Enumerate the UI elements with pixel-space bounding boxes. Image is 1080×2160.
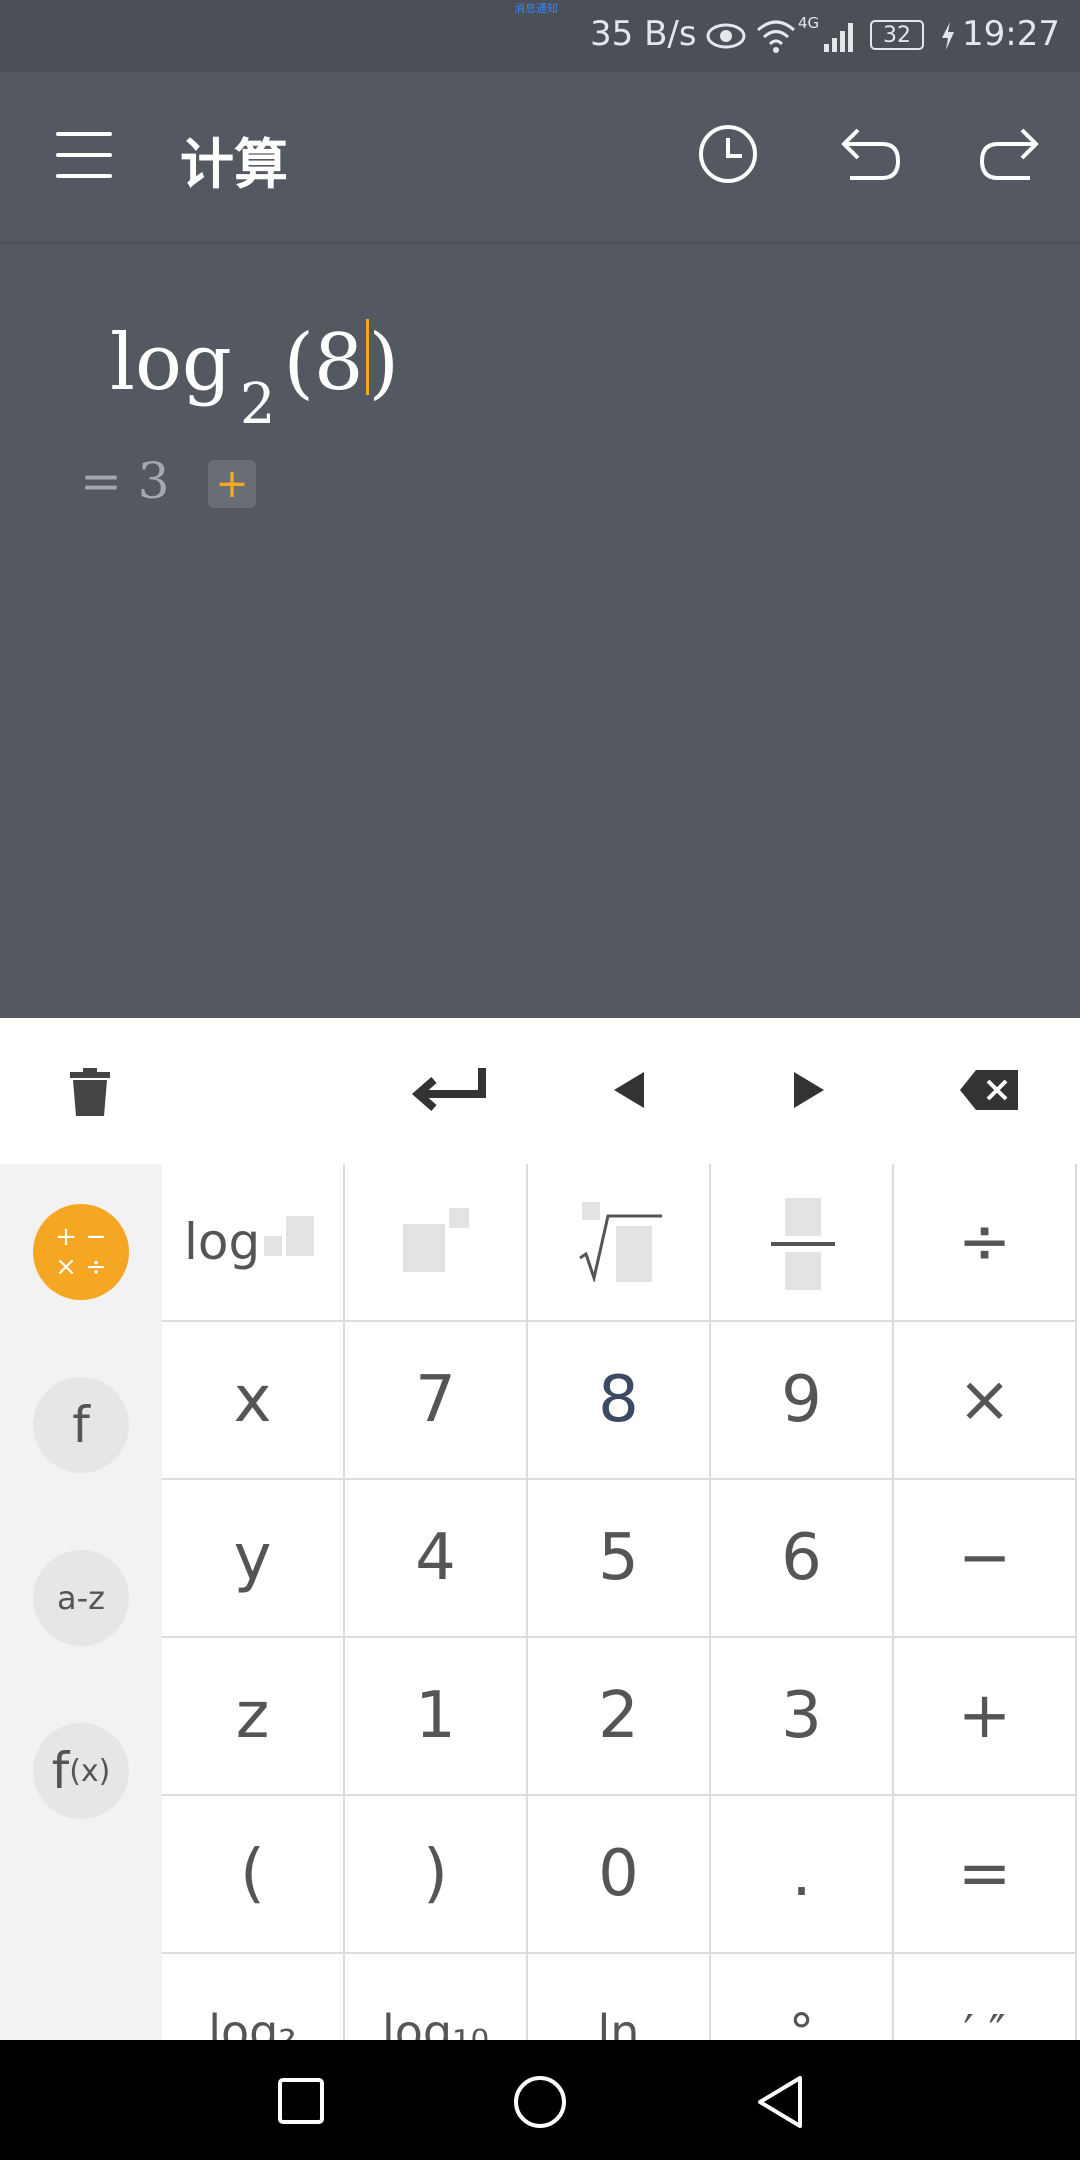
log10-key[interactable]: log₁₀ <box>345 1954 528 2040</box>
category-letters-button[interactable]: a-z <box>33 1550 129 1646</box>
digit-7-key[interactable]: 7 <box>345 1322 528 1480</box>
enter-icon[interactable] <box>410 1066 490 1120</box>
signal-icon <box>822 18 858 58</box>
degree-key[interactable]: ° <box>711 1954 894 2040</box>
redo-icon[interactable] <box>976 124 1042 188</box>
decimal-point-key[interactable]: . <box>711 1796 894 1954</box>
system-nav-bar <box>0 2040 1080 2160</box>
menu-icon[interactable] <box>56 132 112 178</box>
ops-bottom: × ÷ <box>55 1252 107 1282</box>
placeholder-box <box>286 1216 314 1256</box>
keypad-category-sidebar: + − × ÷ f a-z f (x) <box>0 1164 162 2040</box>
plus-key[interactable]: + <box>894 1638 1077 1796</box>
left-paren-key[interactable]: ( <box>162 1796 345 1954</box>
network-speed: 35 B/s <box>590 14 697 54</box>
digit-1-key[interactable]: 1 <box>345 1638 528 1796</box>
power-key[interactable] <box>345 1164 528 1322</box>
expr-open: ( <box>283 318 314 408</box>
category-custom-function-button[interactable]: f (x) <box>33 1723 129 1819</box>
placeholder-box <box>403 1224 445 1272</box>
cursor-left-icon[interactable] <box>612 1070 646 1114</box>
status-bar: 消息通知 35 B/s 4G 32 19:27 <box>0 0 1080 72</box>
placeholder-box <box>785 1198 821 1236</box>
log-key-label: log <box>184 1213 261 1271</box>
expr-base: 2 <box>239 372 276 437</box>
expr-close: ) <box>368 318 399 408</box>
placeholder-box <box>449 1208 469 1228</box>
status-watermark: 消息通知 <box>514 2 558 15</box>
digit-2-key[interactable]: 2 <box>528 1638 711 1796</box>
result-value: = 3 <box>80 452 170 510</box>
log2-key[interactable]: log₂ <box>162 1954 345 2040</box>
fraction-key[interactable] <box>711 1164 894 1322</box>
var-z-key[interactable]: z <box>162 1638 345 1796</box>
placeholder-box <box>785 1252 821 1290</box>
minute-second-key[interactable]: ′ ″ <box>894 1954 1077 2040</box>
var-y-key[interactable]: y <box>162 1480 345 1638</box>
category-function-button[interactable]: f <box>33 1377 129 1473</box>
page-title: 计算 <box>180 133 288 196</box>
expr-arg: 8 <box>313 318 364 408</box>
battery-icon: 32 <box>870 20 924 50</box>
history-icon[interactable] <box>696 122 760 190</box>
recents-icon[interactable] <box>276 2076 326 2130</box>
digit-6-key[interactable]: 6 <box>711 1480 894 1638</box>
charging-icon <box>940 20 956 56</box>
digit-5-key[interactable]: 5 <box>528 1480 711 1638</box>
cursor-right-icon[interactable] <box>792 1070 826 1114</box>
equals-key[interactable]: = <box>894 1796 1077 1954</box>
right-paren-key[interactable]: ) <box>345 1796 528 1954</box>
backspace-icon[interactable] <box>960 1070 1020 1114</box>
var-x-key[interactable]: x <box>162 1322 345 1480</box>
multiply-key[interactable]: × <box>894 1322 1077 1480</box>
category-basic-button[interactable]: + − × ÷ <box>33 1204 129 1300</box>
minus-key[interactable]: − <box>894 1480 1077 1638</box>
log-base-key[interactable]: log <box>162 1164 345 1322</box>
digit-3-key[interactable]: 3 <box>711 1638 894 1796</box>
digit-8-key[interactable]: 8 <box>528 1322 711 1480</box>
expr-func: log <box>110 318 232 408</box>
home-icon[interactable] <box>512 2074 568 2134</box>
back-icon[interactable] <box>754 2074 806 2134</box>
edit-toolbar <box>0 1018 1080 1166</box>
digit-9-key[interactable]: 9 <box>711 1322 894 1480</box>
network-type: 4G <box>798 14 820 32</box>
digit-4-key[interactable]: 4 <box>345 1480 528 1638</box>
digit-0-key[interactable]: 0 <box>528 1796 711 1954</box>
add-result-button[interactable]: + <box>208 460 256 508</box>
fx-x: (x) <box>69 1753 111 1789</box>
clock: 19:27 <box>962 14 1060 54</box>
expression-display[interactable]: log 2 (8) <box>110 318 399 437</box>
wifi-icon <box>756 18 796 58</box>
app-bar: 计算 <box>0 72 1080 244</box>
eye-icon <box>706 20 746 56</box>
ops-top: + − <box>55 1222 107 1252</box>
placeholder-box <box>264 1236 282 1256</box>
placeholder-box <box>616 1226 652 1282</box>
undo-icon[interactable] <box>838 124 904 188</box>
nth-root-key[interactable] <box>528 1164 711 1322</box>
keypad-grid: log ÷ x 7 8 9 × y 4 5 6 − z 1 2 3 + ( ) … <box>162 1164 1080 2040</box>
battery-level: 32 <box>883 22 911 48</box>
fx-f: f <box>51 1742 70 1800</box>
ln-key[interactable]: ln <box>528 1954 711 2040</box>
trash-icon[interactable] <box>68 1068 112 1122</box>
divide-key[interactable]: ÷ <box>894 1164 1077 1322</box>
fraction-bar <box>771 1242 835 1246</box>
